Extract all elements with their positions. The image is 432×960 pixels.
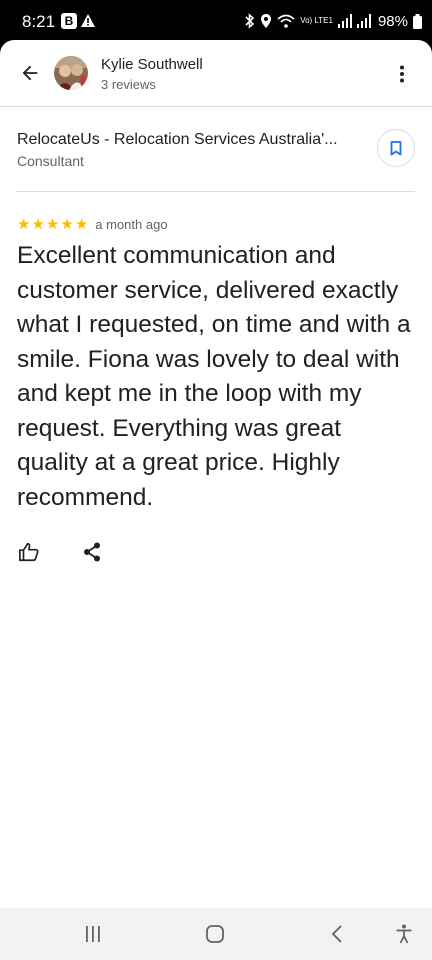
place-summary[interactable]: RelocateUs - Relocation Services Austral… [0, 107, 432, 193]
share-button[interactable] [80, 540, 104, 564]
recents-icon [86, 926, 100, 942]
battery-icon [413, 13, 422, 29]
back-button[interactable] [12, 55, 48, 91]
status-bar: 8:21 B Vo) LTE1 98% [0, 0, 432, 40]
nav-back-button[interactable] [330, 925, 344, 948]
recents-button[interactable] [84, 925, 102, 948]
review-actions [17, 537, 104, 567]
top-app-bar: Kylie Southwell 3 reviews [0, 40, 432, 106]
reviewer-name[interactable]: Kylie Southwell [101, 56, 203, 73]
save-button[interactable] [377, 129, 415, 167]
like-button[interactable] [17, 540, 41, 564]
review-text: Excellent communication and customer ser… [17, 242, 411, 511]
system-nav-bar [0, 908, 432, 960]
warning-icon [80, 13, 96, 33]
bookmark-icon [390, 140, 402, 155]
signal-icon [337, 14, 352, 28]
star-rating: ★ ★ ★ ★ ★ [17, 217, 88, 232]
place-name[interactable]: RelocateUs - Relocation Services Austral… [17, 131, 338, 149]
place-category: Consultant [17, 153, 84, 169]
accessibility-button[interactable] [395, 924, 413, 949]
star-icon: ★ [60, 215, 74, 233]
accessibility-icon [396, 924, 412, 944]
thumb-up-icon [19, 542, 39, 562]
review-date: a month ago [95, 216, 168, 232]
more-vert-icon [400, 65, 404, 83]
star-icon: ★ [45, 215, 60, 233]
review-card: ★ ★ ★ ★ ★ a month ago Excellent communic… [17, 215, 417, 515]
place-divider [16, 191, 415, 192]
home-icon [206, 925, 224, 943]
review-meta: ★ ★ ★ ★ ★ a month ago [17, 215, 417, 233]
battery-percent: 98% [377, 12, 408, 30]
home-button[interactable] [206, 925, 224, 948]
avatar[interactable] [54, 56, 88, 90]
signal-2-icon [356, 14, 371, 28]
status-time: 8:21 [22, 12, 56, 31]
location-icon [260, 13, 272, 29]
bluetooth-icon [244, 13, 255, 29]
more-options-button[interactable] [386, 58, 418, 90]
star-icon: ★ [31, 215, 45, 233]
reviewer-review-count: 3 reviews [101, 77, 156, 92]
volte-lte-label: Vo) LTE1 [300, 16, 333, 25]
star-icon: ★ [74, 215, 89, 233]
arrow-back-icon [22, 65, 38, 81]
wifi-icon [277, 14, 295, 29]
review-screen: Kylie Southwell 3 reviews RelocateUs - R… [0, 40, 432, 908]
star-icon: ★ [17, 215, 31, 233]
chevron-left-icon [331, 925, 342, 943]
b-notification-icon: B [61, 13, 77, 29]
share-icon [84, 542, 100, 562]
